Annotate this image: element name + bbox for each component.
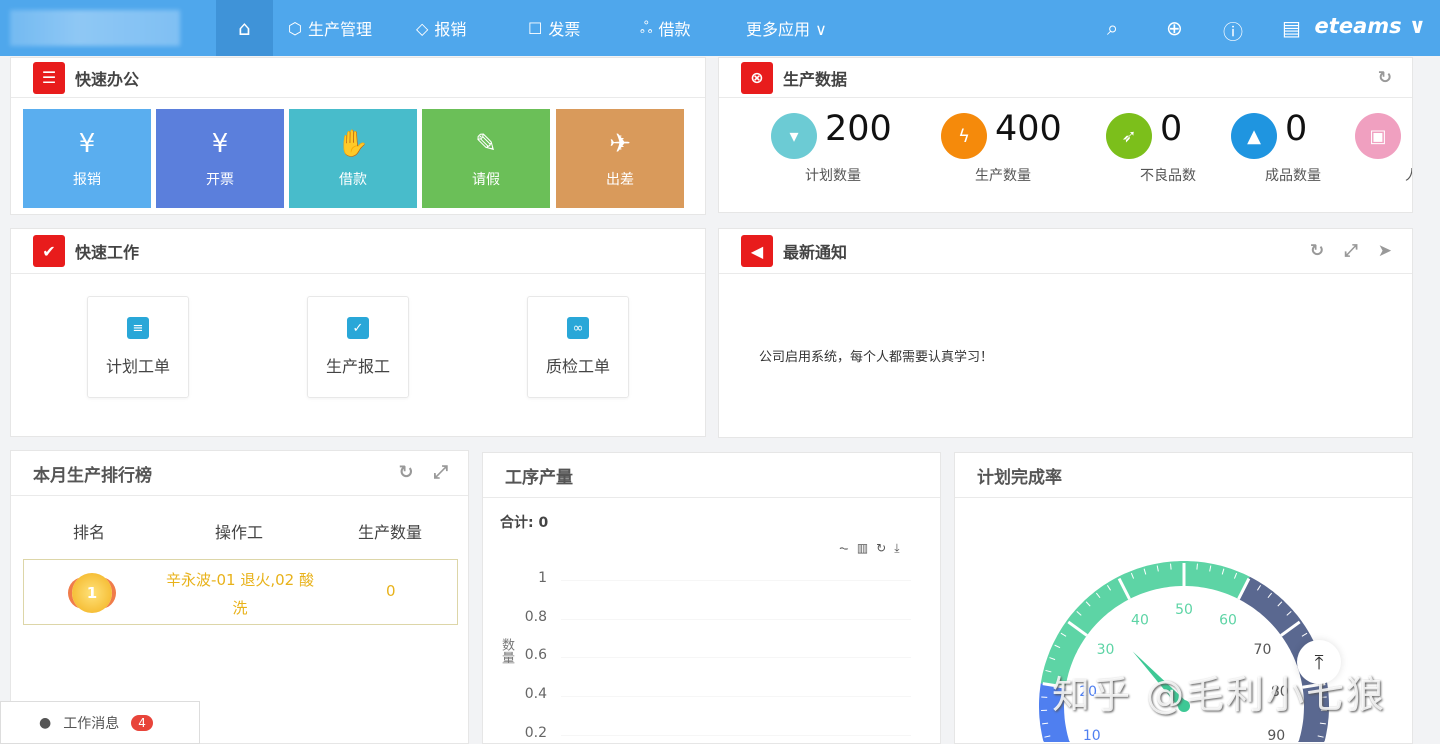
refresh-icon[interactable]: ↻: [1378, 68, 1392, 88]
brand-menu[interactable]: eteams ∨: [1315, 14, 1426, 38]
nav-production[interactable]: ⬡ 生产管理: [288, 0, 372, 56]
office-icon: ☰: [33, 61, 65, 94]
quick-office-panel: ☰ 快速办公 ¥ 报销 ¥ 开票 ✋ 借款 ✎ 请假 ✈ 出差: [10, 57, 706, 215]
plan-order-card[interactable]: ≡ 计划工单: [87, 296, 189, 398]
production-icon: ⊗: [741, 61, 773, 94]
nav-invoice[interactable]: ☐ 发票: [528, 0, 580, 56]
ranking-panel: 本月生产排行榜 ↻ ⤢ 排名 操作工 生产数量 1 辛永波-01 退火,02 酸洗 …: [10, 450, 469, 744]
photo-icon: ▣: [1355, 113, 1401, 159]
gauge-tick-label: 70: [1254, 642, 1272, 658]
tile-loan[interactable]: ✋ 借款: [289, 109, 417, 208]
y-tick-label: 1: [538, 570, 547, 586]
rocket-icon: ➶: [1106, 113, 1152, 159]
gauge-tick: [1170, 563, 1172, 570]
stat-produced: ϟ 400 生产数量: [941, 109, 1101, 193]
add-icon[interactable]: ⊕: [1166, 16, 1183, 40]
y-tick-label: 0.8: [524, 608, 547, 625]
report-work-card[interactable]: ✓ 生产报工: [307, 296, 409, 398]
y-tick-label: 0.2: [524, 724, 547, 741]
quality-order-card[interactable]: ∞ 质检工单: [527, 296, 629, 398]
stat-people: ▣人: [1355, 113, 1412, 193]
invoice-icon: ☐: [528, 18, 543, 38]
notice-text[interactable]: 公司启用系统，每个人都需要认真学习！: [759, 346, 993, 365]
top-nav: ⌂ ⬡ 生产管理 ◇ 报销 ☐ 发票 ஃ 借款 更多应用 ∨ ⌕ ⊕ ⓘ ▤ eteam…: [0, 0, 1440, 56]
nav-reimburse[interactable]: ◇ 报销: [416, 0, 466, 56]
tile-reimburse[interactable]: ¥ 报销: [23, 109, 151, 208]
gridline: [561, 657, 911, 659]
gold-medal-icon: 1: [72, 573, 112, 613]
speaker-icon: ◀: [741, 235, 773, 267]
gauge-tick-label: 30: [1097, 642, 1115, 658]
y-tick-label: 0.6: [524, 647, 547, 664]
ticket-icon: ¥: [211, 128, 229, 159]
download-icon[interactable]: ⤓: [894, 541, 899, 556]
chat-icon: ●: [39, 714, 52, 731]
tile-leave[interactable]: ✎ 请假: [422, 109, 550, 208]
y-tick-label: 0.4: [524, 686, 547, 703]
tile-invoice[interactable]: ¥ 开票: [156, 109, 284, 208]
refresh-icon[interactable]: ↻: [399, 462, 414, 483]
gauge-tick-label: 60: [1219, 613, 1237, 629]
company-logo[interactable]: [10, 10, 180, 46]
check-icon: ✔: [33, 235, 65, 267]
checkbox-icon: ✓: [347, 317, 369, 339]
message-count-badge: 4: [131, 714, 153, 731]
notice-panel: ◀ 最新通知 ↻ ⤢ ➤ 公司启用系统，每个人都需要认真学习！: [718, 228, 1413, 438]
gauge-tick-label: 10: [1083, 728, 1101, 743]
gridline: [561, 734, 911, 736]
shapes-icon: ▲: [1231, 113, 1277, 159]
plan-doc-icon: ≡: [127, 317, 149, 339]
home-icon[interactable]: ⌂: [216, 0, 273, 56]
plane-icon: ✈: [609, 128, 631, 159]
line-chart-icon[interactable]: ⏦: [839, 541, 849, 556]
org-icon: ஃ: [640, 17, 653, 37]
gridline: [561, 696, 911, 698]
nav-more-apps[interactable]: 更多应用 ∨: [746, 0, 827, 56]
gauge-tick-label: 40: [1131, 613, 1149, 629]
process-output-panel: 工序产量 合计: 0 ⏦ ▥ ↻ ⤓ 数量 1 0.8 0.6 0.4 0.2: [482, 452, 941, 744]
gauge-tick-label: 50: [1175, 602, 1193, 618]
shield-icon: ▾: [771, 113, 817, 159]
gridline: [561, 618, 911, 620]
search-icon[interactable]: ⌕: [1107, 16, 1118, 40]
bolt-icon: ϟ: [941, 113, 987, 159]
inspect-icon: ∞: [567, 317, 589, 339]
quick-work-panel: ✔ 快速工作 ≡ 计划工单 ✓ 生产报工 ∞ 质检工单: [10, 228, 706, 437]
work-messages-button[interactable]: ● 工作消息 4: [0, 701, 200, 744]
expand-icon[interactable]: ⤢: [434, 462, 448, 483]
diamond-icon: ◇: [416, 18, 429, 38]
receipt-icon: ¥: [78, 128, 96, 159]
refresh-icon[interactable]: ↻: [1310, 241, 1324, 261]
stat-plan: ▾ 200 计划数量: [771, 109, 931, 193]
back-to-top-button[interactable]: ⤒: [1297, 640, 1341, 684]
edit-doc-icon: ✎: [475, 128, 497, 159]
gridline: [561, 580, 911, 581]
send-icon[interactable]: ➤: [1378, 241, 1392, 261]
cube-icon: ⬡: [288, 18, 302, 38]
gauge-tick: [1196, 563, 1198, 570]
expand-icon[interactable]: ⤢: [1344, 241, 1358, 261]
nav-loan[interactable]: ஃ 借款: [640, 0, 691, 56]
notes-icon[interactable]: ▤: [1282, 16, 1301, 40]
tile-trip[interactable]: ✈ 出差: [556, 109, 684, 208]
production-data-panel: ⊗ 生产数据 ↻ ▾ 200 计划数量 ϟ 400 生产数量 ➶ 0 不良品数 ▲ 0 成品数量 ▣…: [718, 57, 1413, 213]
gauge-tick-label: 90: [1267, 728, 1285, 743]
restore-icon[interactable]: ↻: [876, 541, 886, 556]
bar-chart-icon[interactable]: ▥: [857, 541, 868, 556]
table-row[interactable]: 1 辛永波-01 退火,02 酸洗 0: [23, 559, 458, 625]
help-icon[interactable]: ⓘ: [1223, 16, 1243, 45]
hand-money-icon: ✋: [336, 128, 370, 159]
